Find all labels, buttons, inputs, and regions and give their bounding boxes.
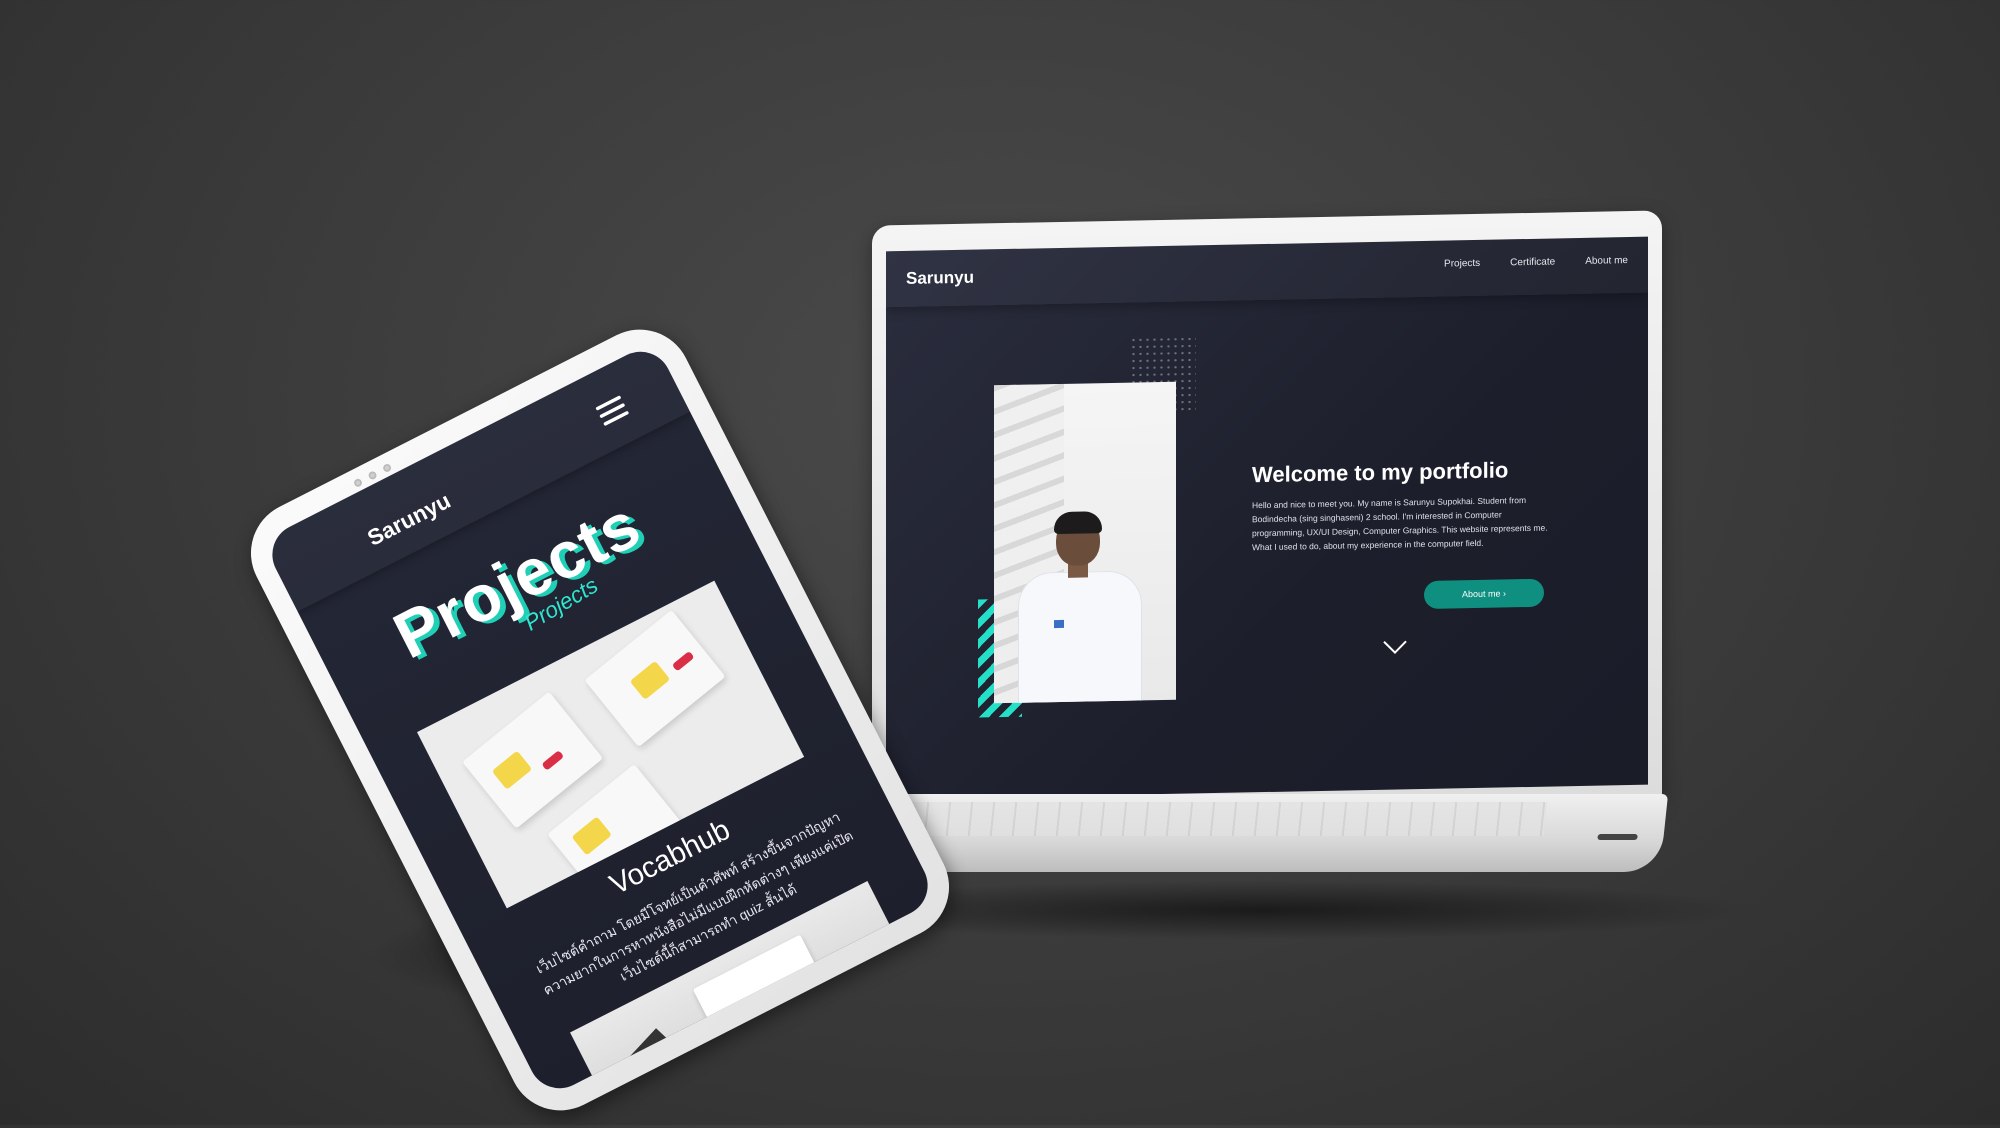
- nav-link-certificate[interactable]: Certificate: [1510, 256, 1555, 268]
- laptop-navbar: Sarunyu Projects Certificate About me: [886, 237, 1648, 308]
- profile-photo: [994, 381, 1176, 704]
- laptop-ports: [1597, 834, 1638, 840]
- site-logo[interactable]: Sarunyu: [906, 268, 974, 289]
- laptop-device: Sarunyu Projects Certificate About me We…: [872, 210, 1662, 816]
- hamburger-menu-icon[interactable]: [595, 395, 630, 427]
- chevron-down-icon[interactable]: [1382, 637, 1408, 657]
- tablet-device: Sarunyu Projects Projects Vocabhub เว็บไ…: [233, 311, 967, 1128]
- hero-description: Hello and nice to meet you. My name is S…: [1252, 495, 1548, 553]
- site-logo[interactable]: Sarunyu: [363, 487, 455, 551]
- nav-links: Projects Certificate About me: [1444, 255, 1628, 270]
- hero-title: Welcome to my portfolio: [1252, 457, 1509, 488]
- laptop-screen: Sarunyu Projects Certificate About me We…: [886, 236, 1648, 800]
- keyboard: [881, 802, 1548, 836]
- nav-link-about-me[interactable]: About me: [1585, 255, 1628, 267]
- about-me-button[interactable]: About me ›: [1424, 578, 1544, 609]
- nav-link-projects[interactable]: Projects: [1444, 258, 1480, 270]
